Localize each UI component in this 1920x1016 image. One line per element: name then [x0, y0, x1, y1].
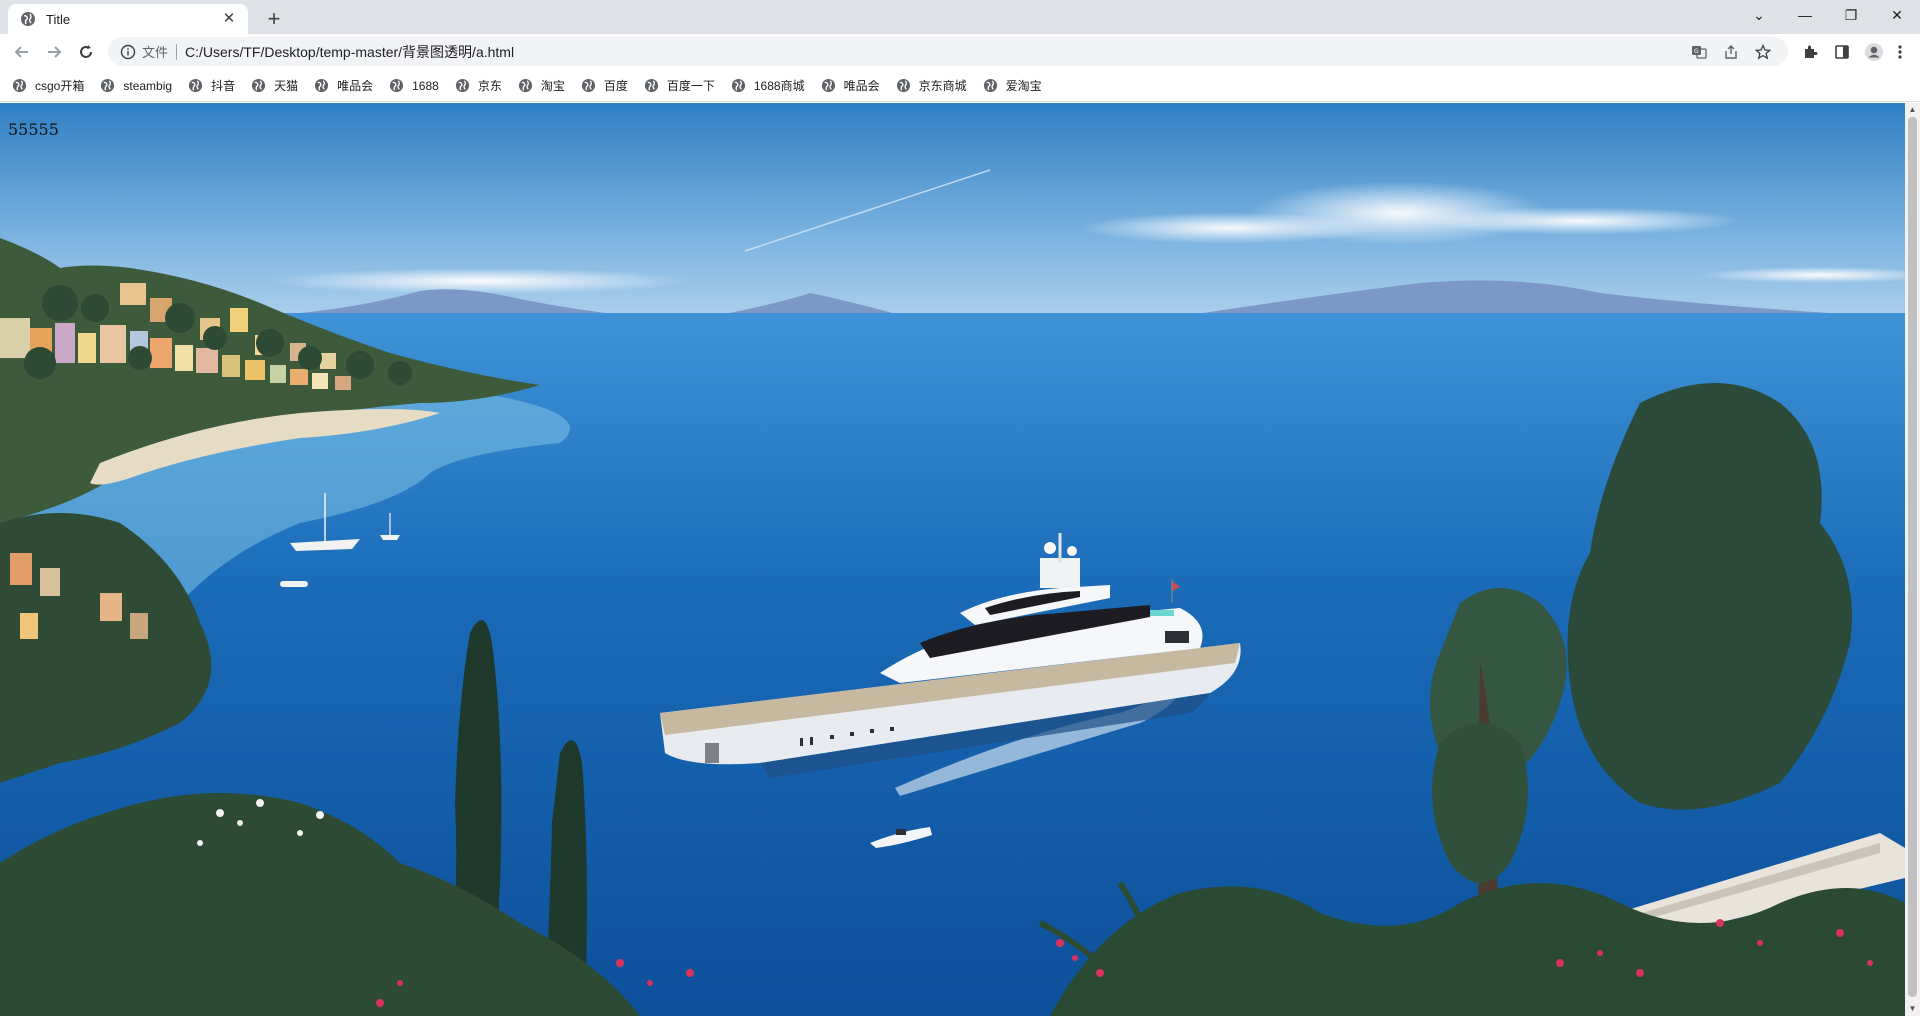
bookmark-label: 淘宝 — [540, 79, 565, 93]
menu-icon[interactable] — [1886, 38, 1914, 66]
globe-icon — [252, 78, 266, 93]
arrow-left-icon — [14, 46, 28, 58]
bookmark-label: 京东 — [477, 79, 502, 93]
scrollbar[interactable]: ▲ ▼ — [1905, 103, 1920, 1016]
bookmark-label: 唯品会 — [337, 79, 374, 93]
bookmark-label: 天猫 — [274, 79, 299, 93]
globe-icon — [731, 78, 745, 93]
new-tab-button[interactable]: + — [260, 6, 288, 34]
scroll-down-icon[interactable]: ▼ — [1905, 1002, 1920, 1016]
bookmark-item[interactable]: 百度 — [581, 74, 628, 98]
bookmark-label: steambig — [123, 78, 173, 93]
bookmark-item[interactable]: 唯品会 — [821, 74, 880, 98]
cloud — [270, 268, 690, 294]
bookmark-item[interactable]: 京东 — [455, 74, 502, 98]
globe-icon — [189, 78, 203, 93]
back-button[interactable] — [8, 38, 36, 66]
bookmark-item[interactable]: 1688商城 — [731, 74, 805, 98]
globe-icon — [896, 78, 910, 93]
bookmark-item[interactable]: steambig — [100, 74, 172, 98]
svg-text:G: G — [1694, 48, 1699, 55]
scroll-up-icon[interactable]: ▲ — [1905, 103, 1920, 117]
bookmark-item[interactable]: 1688 — [389, 74, 439, 98]
globe-icon — [983, 78, 997, 93]
globe-icon — [21, 12, 35, 26]
reload-button[interactable] — [72, 38, 100, 66]
omnibox-divider — [176, 43, 178, 60]
info-icon[interactable] — [120, 44, 136, 60]
bookmark-item[interactable]: 淘宝 — [518, 74, 565, 98]
globe-icon — [390, 78, 404, 93]
bookmark-label: 百度 — [603, 79, 628, 93]
bookmark-label: 唯品会 — [843, 79, 880, 93]
side-panel-icon[interactable] — [1828, 38, 1856, 66]
forward-button[interactable] — [40, 38, 68, 66]
bookmark-item[interactable]: 唯品会 — [314, 74, 373, 98]
arrow-right-icon — [48, 46, 62, 58]
globe-icon — [581, 78, 595, 93]
extensions-icon[interactable] — [1796, 38, 1824, 66]
globe-icon — [455, 78, 469, 93]
cloud — [1420, 207, 1740, 235]
globe-icon — [821, 78, 835, 93]
bookmark-label: 抖音 — [211, 79, 236, 93]
bookmark-label: csgo开箱 — [35, 79, 85, 93]
tab-title: Title — [46, 11, 71, 27]
url-text[interactable]: C:/Users/TF/Desktop/temp-master/背景图透明/a.… — [185, 42, 514, 62]
tab-search-icon[interactable]: ⌄ — [1736, 0, 1782, 30]
bookmarks-bar: csgo开箱 steambig 抖音 天猫 唯品会 1688 京东 淘宝 百度 百度一下 1688商… — [0, 70, 1920, 102]
bookmark-label: 百度一下 — [666, 79, 715, 93]
bookmark-item[interactable]: 天猫 — [251, 74, 298, 98]
globe-icon — [101, 78, 115, 93]
page-text: 55555 — [8, 120, 59, 139]
bookmark-item[interactable]: 爱淘宝 — [983, 74, 1042, 98]
globe-icon — [12, 78, 27, 93]
page-viewport: 55555 — [0, 103, 1905, 1016]
security-chip[interactable]: 文件 — [142, 42, 168, 61]
reload-icon — [80, 45, 92, 58]
bookmark-label: 1688 — [412, 78, 439, 93]
address-bar[interactable]: 文件 C:/Users/TF/Desktop/temp-master/背景图透明… — [108, 37, 1788, 66]
close-window-button[interactable]: ✕ — [1874, 0, 1920, 30]
globe-icon — [315, 78, 329, 93]
bookmark-item[interactable]: 京东商城 — [896, 74, 967, 98]
share-icon[interactable] — [1716, 37, 1746, 66]
bookmark-label: 1688商城 — [753, 79, 805, 93]
globe-icon — [518, 78, 532, 93]
restore-button[interactable]: ❐ — [1828, 0, 1874, 30]
bookmark-label: 京东商城 — [918, 79, 967, 93]
minimize-button[interactable]: — — [1782, 0, 1828, 30]
bookmark-item[interactable]: 抖音 — [188, 74, 235, 98]
background-illustration — [0, 103, 1905, 1016]
translate-icon[interactable]: G — [1684, 37, 1714, 66]
tab-strip: Title ✕ + ⌄ — ❐ ✕ — [0, 0, 1920, 34]
bookmark-item[interactable]: 百度一下 — [644, 74, 715, 98]
tab-close-icon[interactable]: ✕ — [220, 10, 238, 28]
bookmark-label: 爱淘宝 — [1005, 79, 1042, 93]
scroll-thumb[interactable] — [1908, 117, 1917, 997]
bookmark-item[interactable]: csgo开箱 — [12, 74, 84, 98]
cloud — [1080, 212, 1380, 244]
toolbar: 文件 C:/Users/TF/Desktop/temp-master/背景图透明… — [0, 34, 1920, 70]
star-icon[interactable] — [1748, 37, 1778, 66]
globe-icon — [644, 78, 658, 93]
dinghy — [280, 581, 308, 587]
profile-icon[interactable] — [1860, 38, 1888, 66]
tab-active[interactable]: Title ✕ — [8, 4, 248, 34]
